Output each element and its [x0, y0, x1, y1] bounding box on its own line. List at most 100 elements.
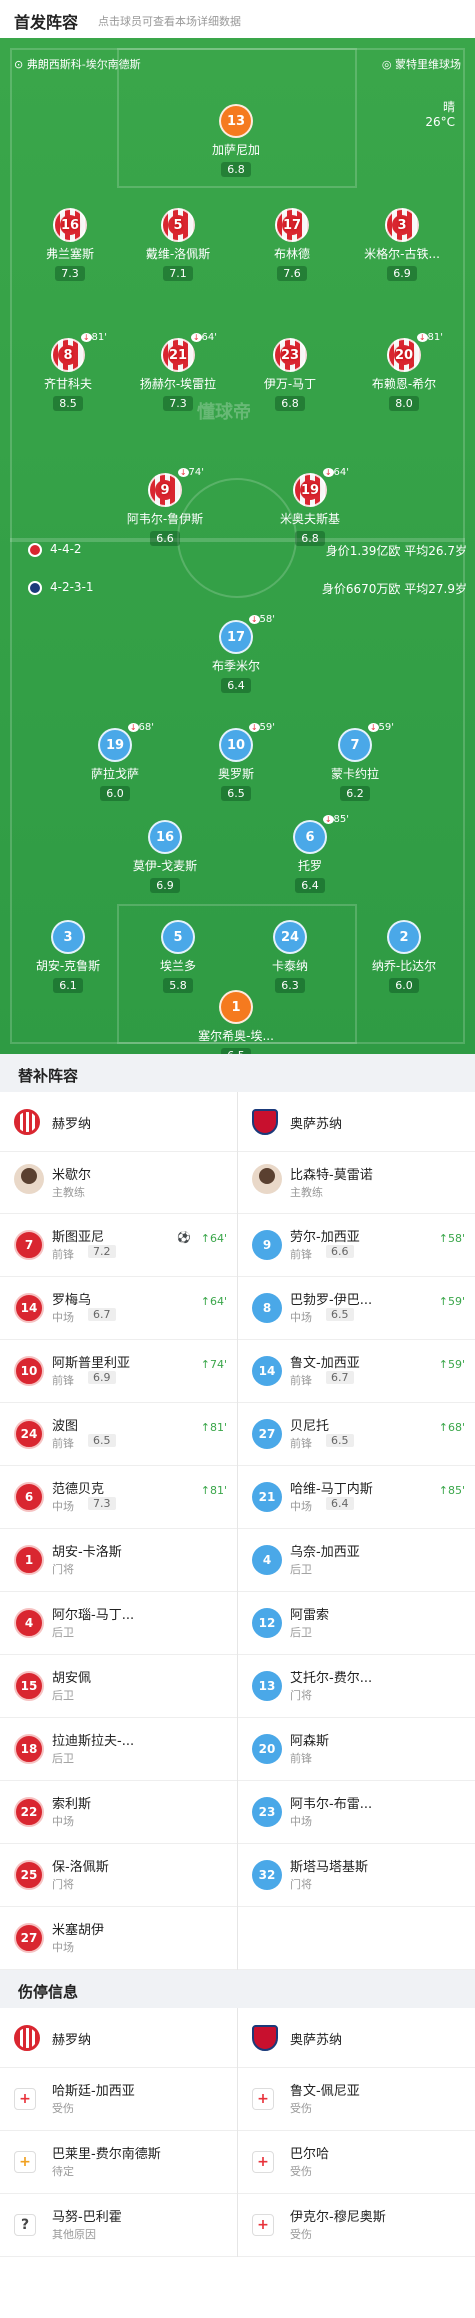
sub-player-cell[interactable]: 27 米塞胡伊 中场 [0, 1907, 237, 1969]
home-player[interactable]: 5 戴维-洛佩斯 7.1 [123, 208, 233, 281]
sub-player-cell[interactable]: 18 拉迪斯拉夫-... 后卫 [0, 1718, 237, 1780]
sub-in-icon: ↑ [438, 1358, 448, 1371]
home-player[interactable]: 16 弗兰塞斯 7.3 [15, 208, 125, 281]
home-player[interactable]: 23 伊万-马丁 6.8 [235, 338, 345, 411]
away-coach-cell[interactable]: 比森特-莫雷诺 主教练 [238, 1152, 475, 1213]
sub-player-cell[interactable]: 1 胡安-卡洛斯 门将 [0, 1529, 237, 1591]
home-player[interactable]: 19 ↓ 64' 米奥夫斯基 6.8 [255, 467, 365, 546]
home-player[interactable]: 13 加萨尼加 6.8 [181, 104, 291, 177]
away-player[interactable]: 1塞尔希奥-埃...6.5 [181, 990, 291, 1054]
away-player[interactable]: 24 卡泰纳 6.3 [235, 920, 345, 993]
player-name: 贝尼托 [290, 1419, 330, 1434]
sub-player-cell[interactable]: 27 贝尼托 前锋 6.5 ↑68' [238, 1403, 475, 1465]
player-name: 蒙卡约拉 [330, 767, 379, 781]
sub-player-cell[interactable]: 10 阿斯普里利亚 前锋 6.9 ↑74' [0, 1340, 237, 1402]
sub-player-cell[interactable]: 15 胡安佩 后卫 [0, 1655, 237, 1717]
home-player[interactable]: 3 米格尔-古铁... 6.9 [347, 208, 457, 281]
home-team-cell[interactable]: 赫罗纳 [0, 2008, 237, 2067]
player-number-badge: 9 [252, 1230, 282, 1260]
player-rating: 6.8 [221, 162, 251, 177]
sub-player-cell[interactable]: 14 罗梅乌 中场 6.7 ↑64' [0, 1277, 237, 1339]
sub-in-minute-text: 81' [209, 1484, 227, 1497]
sub-player-cell[interactable]: 7 斯图亚尼 前锋 7.2 ⚽ ↑64' [0, 1214, 237, 1276]
away-player[interactable]: 6 ↓ 85' 托罗 6.4 [255, 814, 365, 893]
home-player[interactable]: 17 布林德 7.6 [237, 208, 347, 281]
away-crest-icon [28, 581, 42, 595]
away-team-stats: 身价6670万欧 平均27.9岁 [321, 582, 467, 596]
temperature: 26°C [425, 115, 455, 129]
sub-in-minute: ↑64' [201, 1232, 227, 1245]
away-player[interactable]: 3 胡安-克鲁斯 6.1 [13, 920, 123, 993]
sub-player-cell[interactable]: 4 阿尔瑙-马丁... 后卫 [0, 1592, 237, 1654]
home-coach-cell[interactable]: 米歇尔 主教练 [0, 1152, 237, 1213]
injured-player-cell[interactable]: + 鲁文-佩尼亚 受伤 [238, 2068, 475, 2130]
player-number-badge: 3 [51, 920, 85, 954]
unknown-reason-icon: ? [14, 2214, 36, 2236]
sub-player-cell[interactable]: 22 索利斯 中场 [0, 1781, 237, 1843]
sub-minute-text: 81' [91, 332, 107, 343]
sub-player-cell[interactable]: 32 斯塔马塔基斯 门将 [238, 1844, 475, 1906]
player-number-badge: 17 [219, 620, 253, 654]
sub-out-icon: ↓ [248, 723, 260, 732]
sub-out-minute: ↓ 64' [322, 467, 349, 478]
injured-player-cell[interactable]: ? 马努-巴利霍 其他原因 [0, 2194, 237, 2256]
player-number-badge: 10 [14, 1356, 44, 1386]
player-number-badge: 1 [14, 1545, 44, 1575]
sub-player-cell[interactable]: 21 哈维-马丁内斯 中场 6.4 ↑85' [238, 1466, 475, 1528]
injured-player-cell[interactable]: + 巴莱里-费尔南德斯 待定 [0, 2131, 237, 2193]
sub-out-icon: ↓ [248, 615, 260, 624]
sub-player-cell[interactable]: 14 鲁文-加西亚 前锋 6.7 ↑59' [238, 1340, 475, 1402]
home-player[interactable]: 8 ↓ 81' 齐甘科夫 8.5 [13, 332, 123, 411]
sub-player-cell[interactable]: 20 阿森斯 前锋 [238, 1718, 475, 1780]
home-player[interactable]: 21 ↓ 64' 扬赫尔-埃雷拉 7.3 [123, 332, 233, 411]
sub-player-cell[interactable]: 13 艾托尔-费尔... 门将 [238, 1655, 475, 1717]
player-number: 21 [168, 345, 188, 365]
player-number: 27 [20, 1931, 38, 1945]
away-player[interactable]: 16 莫伊-戈麦斯 6.9 [110, 820, 220, 893]
injured-player-cell[interactable]: + 哈斯廷-加西亚 受伤 [0, 2068, 237, 2130]
away-player[interactable]: 17 ↓ 58' 布季米尔 6.4 [181, 614, 291, 693]
home-crest-icon [28, 543, 42, 557]
home-player[interactable]: 20 ↓ 81' 布赖恩-希尔 8.0 [349, 332, 459, 411]
away-player[interactable]: 2 纳乔-比达尔 6.0 [349, 920, 459, 993]
subs-column-divider [237, 1092, 238, 1970]
player-rating: 6.5 [221, 786, 251, 801]
player-number-badge: 16 [53, 208, 87, 242]
player-number: 14 [20, 1301, 38, 1315]
sub-minute-text: 85' [333, 814, 349, 825]
home-player[interactable]: 9 ↓ 74' 阿韦尔-鲁伊斯 6.6 [110, 467, 220, 546]
player-number: 19 [105, 737, 125, 753]
sub-player-cell[interactable]: 4 乌奈-加西亚 后卫 [238, 1529, 475, 1591]
player-number: 2 [399, 929, 409, 945]
player-number-badge: 4 [14, 1608, 44, 1638]
player-name: 托罗 [297, 859, 322, 873]
player-name: 索利斯 [52, 1797, 92, 1812]
sub-player-cell[interactable]: 8 巴勃罗-伊巴... 中场 6.5 ↑59' [238, 1277, 475, 1339]
away-player[interactable]: 5 埃兰多 5.8 [123, 920, 233, 993]
player-rating: 6.0 [389, 978, 419, 993]
sub-player-cell[interactable]: 9 劳尔-加西亚 前锋 6.6 ↑58' [238, 1214, 475, 1276]
sub-minute-text: 64' [333, 467, 349, 478]
home-team-cell[interactable]: 赫罗纳 [0, 1092, 237, 1151]
away-team-cell[interactable]: 奥萨苏纳 [238, 2008, 475, 2067]
away-team-cell[interactable]: 奥萨苏纳 [238, 1092, 475, 1151]
injured-player-cell[interactable]: + 伊克尔-穆尼奥斯 受伤 [238, 2194, 475, 2256]
injury-icon: + [252, 2214, 274, 2236]
away-player[interactable]: 7 ↓ 59' 蒙卡约拉 6.2 [300, 722, 410, 801]
injured-player-cell[interactable]: + 巴尔哈 受伤 [238, 2131, 475, 2193]
sub-player-cell[interactable]: 6 范德贝克 中场 7.3 ↑81' [0, 1466, 237, 1528]
sub-out-icon: ↓ [190, 333, 202, 342]
sub-player-cell[interactable]: 12 阿雷索 后卫 [238, 1592, 475, 1654]
player-position: 门将 [290, 1878, 312, 1891]
player-number-badge: 16 [148, 820, 182, 854]
sub-in-icon: ↑ [438, 1295, 448, 1308]
player-number-badge: 6 [293, 820, 327, 854]
sub-player-cell[interactable]: 25 保-洛佩斯 门将 [0, 1844, 237, 1906]
player-number-badge: 27 [14, 1923, 44, 1953]
player-position: 前锋 [290, 1437, 312, 1450]
away-player[interactable]: 19 ↓ 68' 萨拉戈萨 6.0 [60, 722, 170, 801]
sub-player-cell[interactable]: 23 阿韦尔-布雷... 中场 [238, 1781, 475, 1843]
injuries-column-divider [237, 2008, 238, 2257]
sub-player-cell[interactable]: 24 波图 前锋 6.5 ↑81' [0, 1403, 237, 1465]
away-player[interactable]: 10 ↓ 59' 奥罗斯 6.5 [181, 722, 291, 801]
